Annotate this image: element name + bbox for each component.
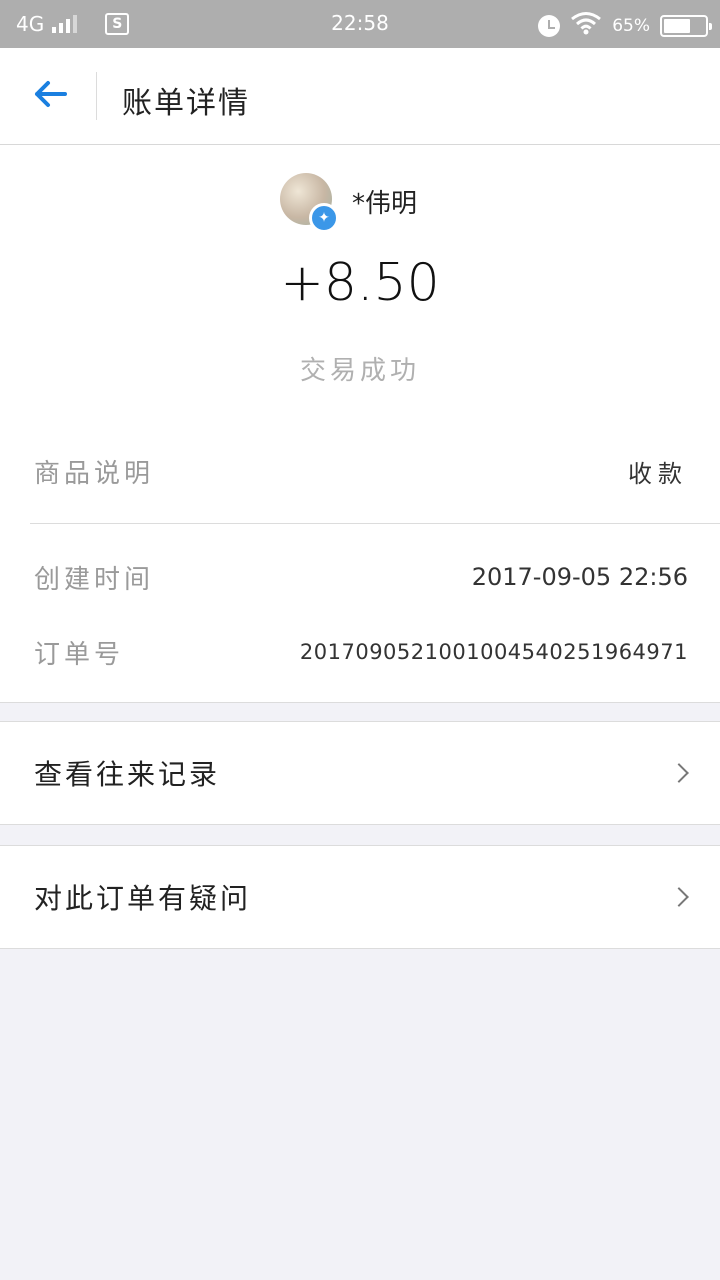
- nav-bar: 账单详情: [0, 48, 720, 145]
- wifi-icon: [570, 11, 602, 40]
- sparkle-icon: ✦: [309, 203, 339, 233]
- action-label: 对此订单有疑问: [34, 882, 252, 915]
- alarm-icon: [538, 14, 561, 37]
- detail-row-created-time: 创建时间 2017-09-05 22:56: [34, 557, 688, 597]
- arrow-left-icon: [33, 80, 67, 112]
- transaction-summary: ✦ *伟明 +8.50 交易成功 商品说明 收款 创建时间 2017-09-05…: [0, 145, 720, 703]
- divider: [30, 523, 720, 524]
- status-right: 65%: [538, 11, 712, 40]
- transaction-status: 交易成功: [299, 356, 420, 386]
- detail-row-order-number: 订单号 2017090521001004540251964971: [34, 632, 688, 672]
- detail-label: 创建时间: [34, 564, 155, 595]
- chevron-right-icon: [669, 763, 689, 783]
- detail-row-product: 商品说明 收款: [34, 451, 688, 491]
- battery-icon: [660, 14, 712, 37]
- transaction-amount: +8.50: [280, 253, 440, 313]
- nav-divider: [96, 72, 97, 120]
- detail-value: 收款: [628, 459, 688, 488]
- chevron-right-icon: [669, 887, 689, 907]
- action-label: 查看往来记录: [34, 758, 221, 791]
- detail-label: 商品说明: [34, 458, 155, 489]
- back-button[interactable]: [22, 68, 78, 124]
- status-bar: 4G S 22:58 65%: [0, 0, 720, 48]
- view-history-button[interactable]: 查看往来记录: [0, 721, 720, 825]
- detail-value: 2017-09-05 22:56: [471, 563, 688, 591]
- detail-value: 2017090521001004540251964971: [299, 640, 688, 664]
- payer-name: *伟明: [352, 189, 418, 219]
- battery-percent: 65%: [612, 15, 650, 36]
- order-question-button[interactable]: 对此订单有疑问: [0, 845, 720, 949]
- page-title: 账单详情: [122, 86, 250, 121]
- detail-label: 订单号: [34, 639, 125, 670]
